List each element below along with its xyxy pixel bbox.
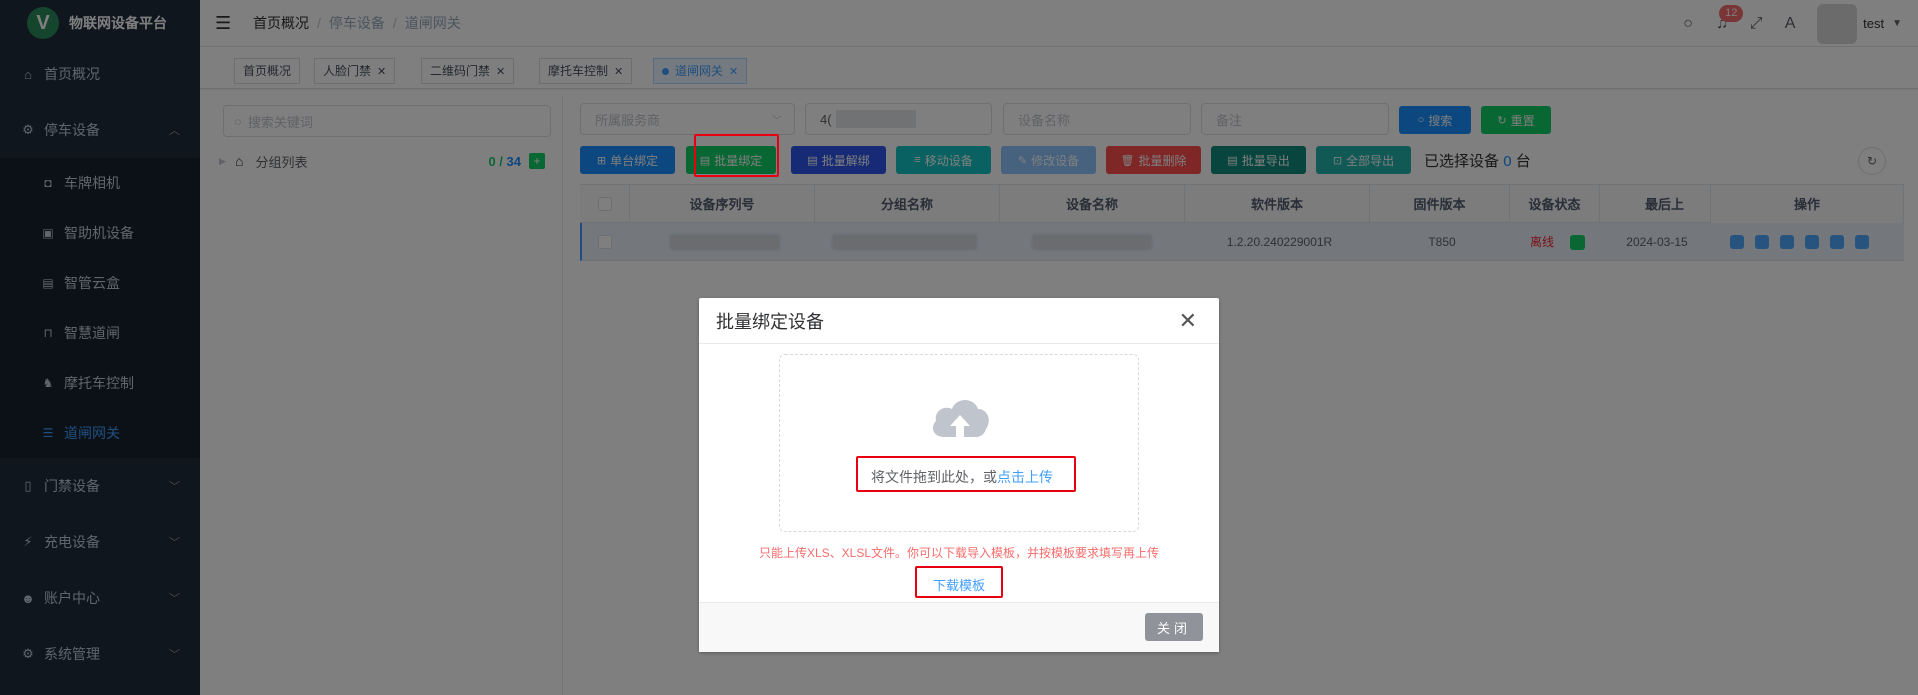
dialog-title: 批量绑定设备 xyxy=(716,311,824,332)
dialog-footer: 关闭 xyxy=(699,602,1219,652)
upload-dropzone[interactable]: 将文件拖到此处，或 点击上传 xyxy=(779,354,1139,532)
highlight-box xyxy=(915,566,1003,598)
upload-tip: 只能上传XLS、XLSL文件。你可以下载导入模板，并按模板要求填写再上传 xyxy=(758,546,1160,560)
highlight-box xyxy=(856,456,1076,492)
close-icon[interactable]: ✕ xyxy=(1179,310,1197,332)
cloud-upload-icon xyxy=(932,400,989,437)
close-button[interactable]: 关闭 xyxy=(1145,613,1203,641)
dialog-header: 批量绑定设备 xyxy=(699,298,1219,344)
batch-bind-dialog: 批量绑定设备 ✕ 将文件拖到此处，或 点击上传 只能上传XLS、XLSL文件。你可… xyxy=(699,298,1219,652)
highlight-box xyxy=(694,134,779,177)
